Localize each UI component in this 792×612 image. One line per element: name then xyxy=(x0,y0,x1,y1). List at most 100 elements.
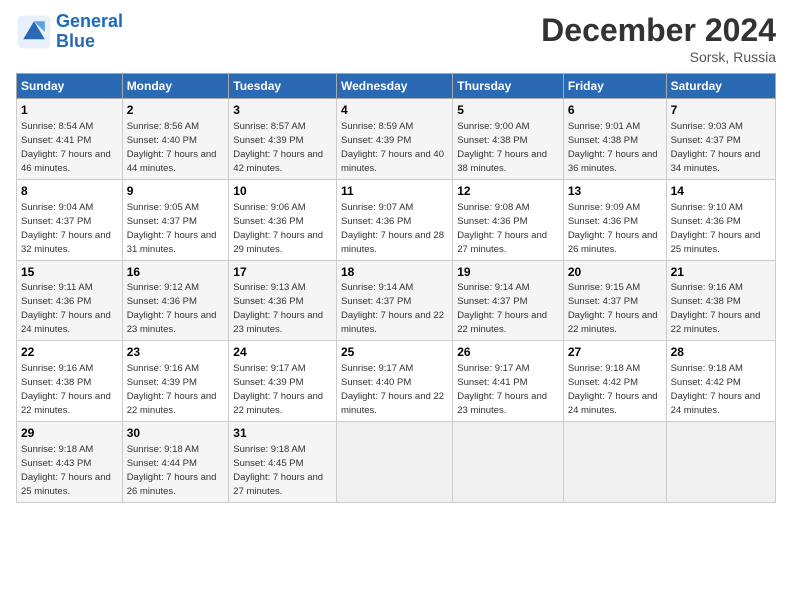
title-block: December 2024 Sorsk, Russia xyxy=(541,12,776,65)
day-number: 27 xyxy=(568,344,662,361)
day-info: Sunrise: 9:16 AMSunset: 4:38 PMDaylight:… xyxy=(671,282,761,335)
day-info: Sunrise: 9:14 AMSunset: 4:37 PMDaylight:… xyxy=(457,282,547,335)
day-cell: 9 Sunrise: 9:05 AMSunset: 4:37 PMDayligh… xyxy=(122,179,229,260)
day-info: Sunrise: 8:57 AMSunset: 4:39 PMDaylight:… xyxy=(233,121,323,174)
day-info: Sunrise: 9:01 AMSunset: 4:38 PMDaylight:… xyxy=(568,121,658,174)
day-number: 6 xyxy=(568,102,662,119)
day-number: 18 xyxy=(341,264,448,281)
day-number: 24 xyxy=(233,344,332,361)
day-cell: 2 Sunrise: 8:56 AMSunset: 4:40 PMDayligh… xyxy=(122,99,229,180)
day-info: Sunrise: 9:12 AMSunset: 4:36 PMDaylight:… xyxy=(127,282,217,335)
day-cell: 7 Sunrise: 9:03 AMSunset: 4:37 PMDayligh… xyxy=(666,99,775,180)
logo-general: General xyxy=(56,11,123,31)
day-info: Sunrise: 9:17 AMSunset: 4:41 PMDaylight:… xyxy=(457,363,547,416)
day-cell xyxy=(337,422,453,503)
day-number: 12 xyxy=(457,183,559,200)
col-thursday: Thursday xyxy=(453,74,564,99)
day-cell: 14 Sunrise: 9:10 AMSunset: 4:36 PMDaylig… xyxy=(666,179,775,260)
week-row-4: 22 Sunrise: 9:16 AMSunset: 4:38 PMDaylig… xyxy=(17,341,776,422)
day-info: Sunrise: 9:09 AMSunset: 4:36 PMDaylight:… xyxy=(568,202,658,255)
day-number: 4 xyxy=(341,102,448,119)
day-cell: 8 Sunrise: 9:04 AMSunset: 4:37 PMDayligh… xyxy=(17,179,123,260)
day-info: Sunrise: 9:13 AMSunset: 4:36 PMDaylight:… xyxy=(233,282,323,335)
day-cell: 28 Sunrise: 9:18 AMSunset: 4:42 PMDaylig… xyxy=(666,341,775,422)
day-cell: 3 Sunrise: 8:57 AMSunset: 4:39 PMDayligh… xyxy=(229,99,337,180)
day-cell: 6 Sunrise: 9:01 AMSunset: 4:38 PMDayligh… xyxy=(563,99,666,180)
day-info: Sunrise: 9:17 AMSunset: 4:40 PMDaylight:… xyxy=(341,363,444,416)
day-cell: 22 Sunrise: 9:16 AMSunset: 4:38 PMDaylig… xyxy=(17,341,123,422)
day-cell: 25 Sunrise: 9:17 AMSunset: 4:40 PMDaylig… xyxy=(337,341,453,422)
week-row-5: 29 Sunrise: 9:18 AMSunset: 4:43 PMDaylig… xyxy=(17,422,776,503)
day-info: Sunrise: 9:18 AMSunset: 4:43 PMDaylight:… xyxy=(21,444,111,497)
day-number: 17 xyxy=(233,264,332,281)
day-number: 1 xyxy=(21,102,118,119)
col-tuesday: Tuesday xyxy=(229,74,337,99)
col-wednesday: Wednesday xyxy=(337,74,453,99)
day-number: 9 xyxy=(127,183,225,200)
day-cell xyxy=(666,422,775,503)
day-info: Sunrise: 9:16 AMSunset: 4:39 PMDaylight:… xyxy=(127,363,217,416)
day-number: 14 xyxy=(671,183,771,200)
day-info: Sunrise: 9:10 AMSunset: 4:36 PMDaylight:… xyxy=(671,202,761,255)
day-info: Sunrise: 9:18 AMSunset: 4:42 PMDaylight:… xyxy=(671,363,761,416)
day-cell: 24 Sunrise: 9:17 AMSunset: 4:39 PMDaylig… xyxy=(229,341,337,422)
day-info: Sunrise: 9:15 AMSunset: 4:37 PMDaylight:… xyxy=(568,282,658,335)
day-number: 31 xyxy=(233,425,332,442)
day-number: 20 xyxy=(568,264,662,281)
day-number: 2 xyxy=(127,102,225,119)
col-saturday: Saturday xyxy=(666,74,775,99)
week-row-3: 15 Sunrise: 9:11 AMSunset: 4:36 PMDaylig… xyxy=(17,260,776,341)
day-cell: 1 Sunrise: 8:54 AMSunset: 4:41 PMDayligh… xyxy=(17,99,123,180)
day-cell: 26 Sunrise: 9:17 AMSunset: 4:41 PMDaylig… xyxy=(453,341,564,422)
day-number: 7 xyxy=(671,102,771,119)
day-info: Sunrise: 8:54 AMSunset: 4:41 PMDaylight:… xyxy=(21,121,111,174)
day-info: Sunrise: 9:00 AMSunset: 4:38 PMDaylight:… xyxy=(457,121,547,174)
header: General Blue December 2024 Sorsk, Russia xyxy=(16,12,776,65)
week-row-1: 1 Sunrise: 8:54 AMSunset: 4:41 PMDayligh… xyxy=(17,99,776,180)
day-cell: 29 Sunrise: 9:18 AMSunset: 4:43 PMDaylig… xyxy=(17,422,123,503)
day-number: 26 xyxy=(457,344,559,361)
day-cell: 21 Sunrise: 9:16 AMSunset: 4:38 PMDaylig… xyxy=(666,260,775,341)
day-cell: 18 Sunrise: 9:14 AMSunset: 4:37 PMDaylig… xyxy=(337,260,453,341)
day-number: 11 xyxy=(341,183,448,200)
week-row-2: 8 Sunrise: 9:04 AMSunset: 4:37 PMDayligh… xyxy=(17,179,776,260)
day-info: Sunrise: 9:17 AMSunset: 4:39 PMDaylight:… xyxy=(233,363,323,416)
col-sunday: Sunday xyxy=(17,74,123,99)
day-cell: 19 Sunrise: 9:14 AMSunset: 4:37 PMDaylig… xyxy=(453,260,564,341)
day-cell: 4 Sunrise: 8:59 AMSunset: 4:39 PMDayligh… xyxy=(337,99,453,180)
day-info: Sunrise: 9:18 AMSunset: 4:44 PMDaylight:… xyxy=(127,444,217,497)
col-monday: Monday xyxy=(122,74,229,99)
day-cell: 16 Sunrise: 9:12 AMSunset: 4:36 PMDaylig… xyxy=(122,260,229,341)
day-number: 28 xyxy=(671,344,771,361)
day-number: 19 xyxy=(457,264,559,281)
day-cell: 30 Sunrise: 9:18 AMSunset: 4:44 PMDaylig… xyxy=(122,422,229,503)
day-number: 10 xyxy=(233,183,332,200)
logo-text: General Blue xyxy=(56,12,123,52)
header-row: Sunday Monday Tuesday Wednesday Thursday… xyxy=(17,74,776,99)
day-cell: 31 Sunrise: 9:18 AMSunset: 4:45 PMDaylig… xyxy=(229,422,337,503)
day-info: Sunrise: 9:16 AMSunset: 4:38 PMDaylight:… xyxy=(21,363,111,416)
day-cell: 10 Sunrise: 9:06 AMSunset: 4:36 PMDaylig… xyxy=(229,179,337,260)
day-cell: 5 Sunrise: 9:00 AMSunset: 4:38 PMDayligh… xyxy=(453,99,564,180)
day-info: Sunrise: 9:18 AMSunset: 4:45 PMDaylight:… xyxy=(233,444,323,497)
col-friday: Friday xyxy=(563,74,666,99)
day-cell xyxy=(563,422,666,503)
day-number: 5 xyxy=(457,102,559,119)
day-number: 30 xyxy=(127,425,225,442)
day-cell: 27 Sunrise: 9:18 AMSunset: 4:42 PMDaylig… xyxy=(563,341,666,422)
day-number: 16 xyxy=(127,264,225,281)
logo: General Blue xyxy=(16,12,123,52)
day-info: Sunrise: 9:03 AMSunset: 4:37 PMDaylight:… xyxy=(671,121,761,174)
day-number: 8 xyxy=(21,183,118,200)
day-cell xyxy=(453,422,564,503)
subtitle: Sorsk, Russia xyxy=(541,49,776,65)
day-number: 3 xyxy=(233,102,332,119)
calendar-table: Sunday Monday Tuesday Wednesday Thursday… xyxy=(16,73,776,503)
day-number: 22 xyxy=(21,344,118,361)
main-title: December 2024 xyxy=(541,12,776,49)
day-info: Sunrise: 9:07 AMSunset: 4:36 PMDaylight:… xyxy=(341,202,444,255)
day-cell: 23 Sunrise: 9:16 AMSunset: 4:39 PMDaylig… xyxy=(122,341,229,422)
day-info: Sunrise: 8:56 AMSunset: 4:40 PMDaylight:… xyxy=(127,121,217,174)
day-info: Sunrise: 9:18 AMSunset: 4:42 PMDaylight:… xyxy=(568,363,658,416)
day-number: 29 xyxy=(21,425,118,442)
